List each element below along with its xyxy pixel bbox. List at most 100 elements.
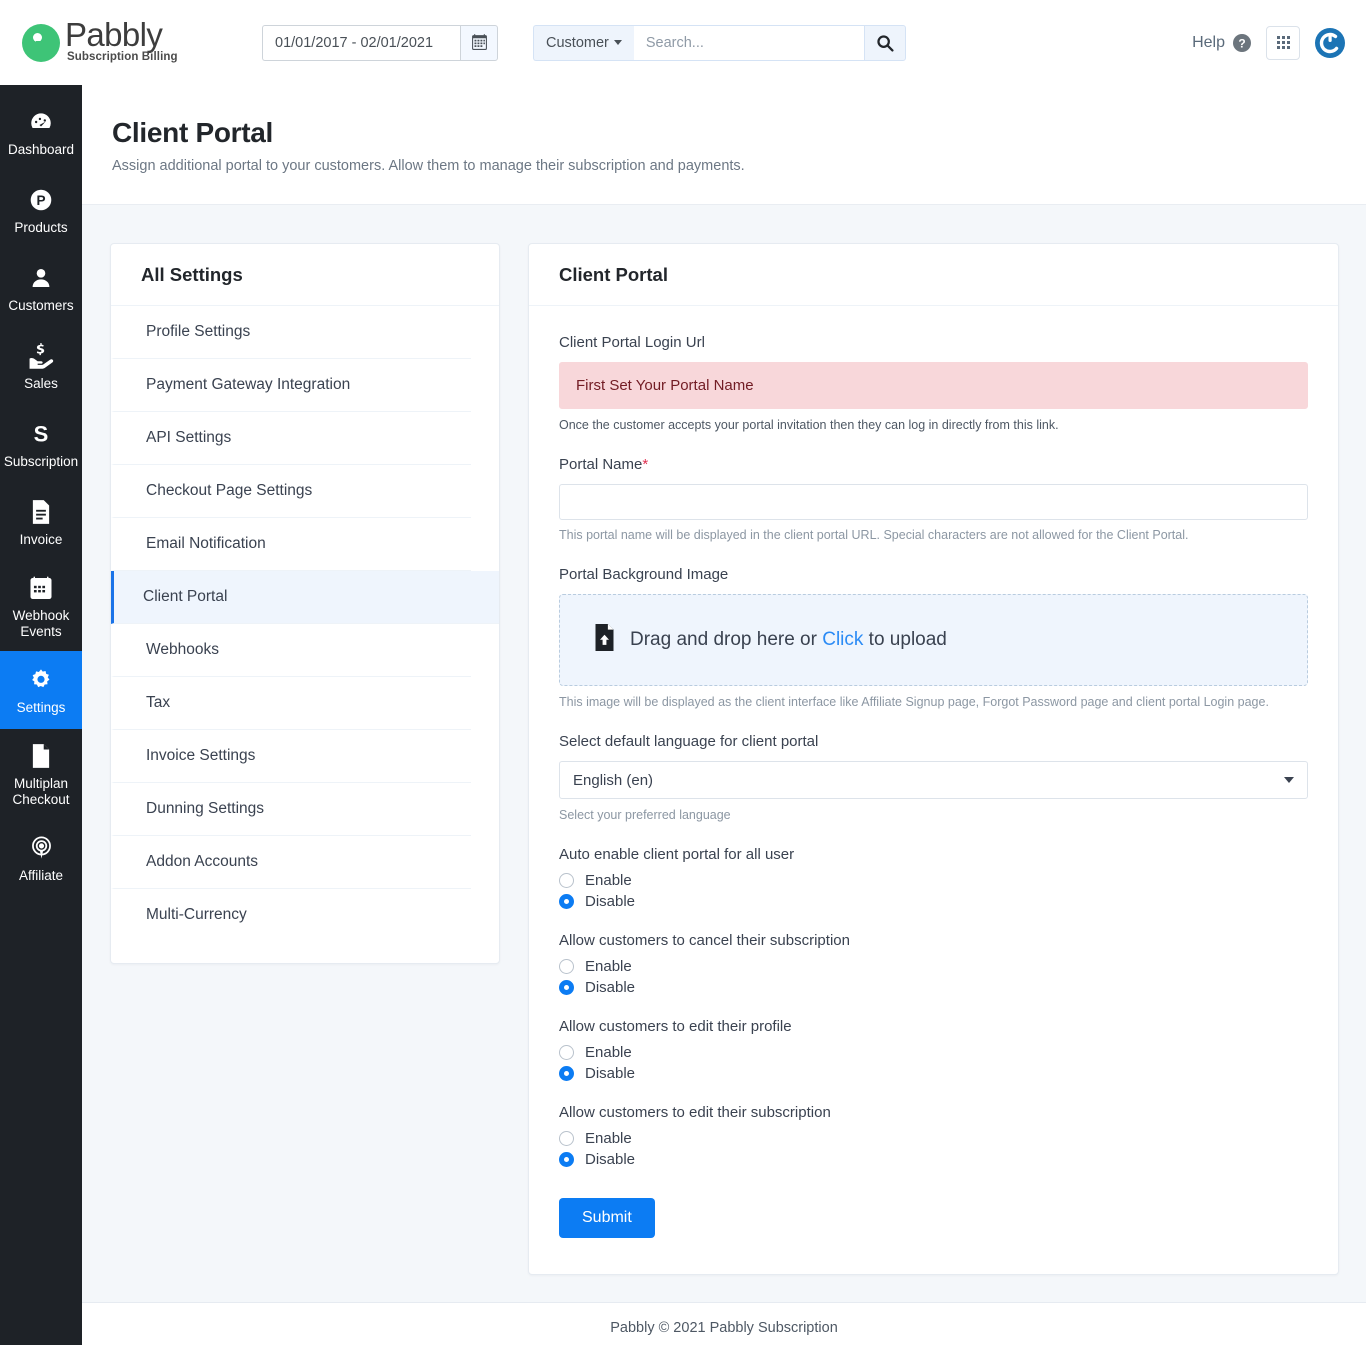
sidebar-item-label: Products: [14, 219, 68, 235]
radio-unchecked-icon[interactable]: [559, 959, 574, 974]
auto-enable-portal-disable-option[interactable]: Disable: [559, 893, 1308, 910]
background-image-label: Portal Background Image: [559, 566, 729, 583]
radio-unchecked-icon[interactable]: [559, 873, 574, 888]
sidebar-item-customers[interactable]: Customers: [0, 249, 82, 327]
settings-item-invoice-settings[interactable]: Invoice Settings: [111, 730, 471, 783]
brand-name: Pabbly: [65, 16, 163, 54]
page-header: Client Portal Assign additional portal t…: [82, 85, 1366, 205]
sidebar-item-settings[interactable]: Settings: [0, 651, 82, 730]
allow-cancel-subscription-disable-option[interactable]: Disable: [559, 979, 1308, 996]
top-bar-right: Help ?: [1192, 25, 1346, 60]
settings-item-addon-accounts[interactable]: Addon Accounts: [111, 836, 471, 889]
settings-item-client-portal[interactable]: Client Portal: [111, 571, 499, 624]
settings-item-label: Addon Accounts: [146, 853, 259, 870]
search-group: Customer: [533, 24, 906, 61]
portal-name-helper: This portal name will be displayed in th…: [559, 528, 1189, 542]
language-select[interactable]: English (en): [559, 761, 1308, 799]
language-selected-value: English (en): [573, 771, 654, 789]
settings-item-label: Dunning Settings: [146, 800, 265, 817]
sidebar-item-dashboard[interactable]: Dashboard: [0, 93, 82, 171]
search-scope-label: Customer: [546, 34, 609, 51]
page-subtitle: Assign additional portal to your custome…: [112, 158, 745, 174]
settings-item-webhooks[interactable]: Webhooks: [111, 624, 471, 677]
all-settings-header: All Settings: [111, 244, 499, 306]
avatar[interactable]: [1314, 27, 1346, 59]
settings-item-api-settings[interactable]: API Settings: [111, 412, 471, 465]
customers-user-icon: [29, 264, 53, 292]
radio-label: Disable: [585, 1065, 636, 1082]
login-url-helper: Once the customer accepts your portal in…: [559, 418, 1059, 432]
language-label: Select default language for client porta…: [559, 733, 819, 750]
radio-unchecked-icon[interactable]: [559, 1131, 574, 1146]
radio-checked-icon[interactable]: [559, 1066, 574, 1081]
help-button[interactable]: Help ?: [1192, 33, 1252, 53]
brand-text: Pabbly Subscription Billing: [65, 16, 178, 64]
submit-button[interactable]: Submit: [559, 1198, 655, 1238]
radio-unchecked-icon[interactable]: [559, 1045, 574, 1060]
allow-edit-profile-disable-option[interactable]: Disable: [559, 1065, 1308, 1082]
sidebar-item-invoice[interactable]: Invoice: [0, 483, 82, 561]
client-portal-card: Client Portal Client Portal Login Url Fi…: [528, 243, 1339, 1275]
required-asterisk: *: [642, 456, 649, 473]
login-url-label: Client Portal Login Url: [559, 334, 705, 351]
settings-item-email-notification[interactable]: Email Notification: [111, 518, 471, 571]
settings-item-profile-settings[interactable]: Profile Settings: [111, 306, 471, 359]
all-settings-title: All Settings: [141, 264, 243, 285]
sidebar-item-label: Customers: [8, 297, 74, 313]
sidebar-item-products[interactable]: P Products: [0, 171, 82, 249]
file-upload-icon: [593, 624, 616, 656]
settings-item-dunning-settings[interactable]: Dunning Settings: [111, 783, 471, 836]
allow-edit-subscription-enable-option[interactable]: Enable: [559, 1130, 1308, 1147]
date-range-input[interactable]: [262, 24, 460, 61]
radio-checked-icon[interactable]: [559, 1152, 574, 1167]
auto-enable-portal-enable-option[interactable]: Enable: [559, 872, 1308, 889]
sidebar-item-sales[interactable]: Sales: [0, 327, 82, 405]
chevron-down-icon: [613, 40, 622, 45]
settings-item-label: Client Portal: [143, 588, 228, 605]
portal-name-input[interactable]: [559, 484, 1308, 520]
sidebar-item-subscription[interactable]: S Subscription: [0, 405, 82, 483]
sidebar-item-label: Affiliate: [18, 867, 64, 883]
footer: Pabbly © 2021 Pabbly Subscription: [82, 1302, 1366, 1345]
sidebar-item-affiliate[interactable]: Affiliate: [0, 819, 82, 897]
settings-item-label: Invoice Settings: [146, 747, 256, 764]
apps-grid-button[interactable]: [1266, 25, 1300, 60]
sidebar-item-multiplan-checkout[interactable]: Multiplan Checkout: [0, 729, 82, 819]
radio-label: Enable: [585, 958, 632, 975]
settings-item-payment-gateway-integration[interactable]: Payment Gateway Integration: [111, 359, 471, 412]
brand-tagline: Subscription Billing: [67, 51, 178, 64]
settings-item-label: Multi-Currency: [146, 906, 247, 923]
sidebar-item-label: Multiplan Checkout: [12, 776, 70, 807]
footer-text: Pabbly © 2021 Pabbly Subscription: [610, 1320, 838, 1336]
affiliate-broadcast-icon: [29, 834, 54, 862]
page-title: Client Portal: [112, 117, 274, 148]
date-range-picker[interactable]: [262, 24, 498, 61]
settings-item-checkout-page-settings[interactable]: Checkout Page Settings: [111, 465, 471, 518]
allow-cancel-subscription-enable-option[interactable]: Enable: [559, 958, 1308, 975]
dropzone-click-link[interactable]: Click: [822, 629, 863, 650]
radio-label: Enable: [585, 872, 632, 889]
settings-item-tax[interactable]: Tax: [111, 677, 471, 730]
calendar-icon[interactable]: [460, 24, 498, 61]
top-bar: Pabbly Subscription Billing Customer: [0, 0, 1366, 85]
auto-enable-portal-label: Auto enable client portal for all user: [559, 846, 795, 863]
allow-edit-profile-enable-option[interactable]: Enable: [559, 1044, 1308, 1061]
calendar-events-icon: [29, 574, 53, 602]
brand-logo-area[interactable]: Pabbly Subscription Billing: [22, 16, 222, 64]
content-columns: All Settings Profile Settings Payment Ga…: [82, 205, 1366, 1275]
background-image-dropzone[interactable]: Drag and drop here or Click to upload: [559, 594, 1308, 686]
settings-item-multi-currency[interactable]: Multi-Currency: [111, 889, 471, 941]
portal-name-label: Portal Name*: [559, 456, 1308, 473]
sidebar-item-webhook-events[interactable]: Webhook Events: [0, 561, 82, 651]
allow-edit-subscription-disable-option[interactable]: Disable: [559, 1151, 1308, 1168]
search-button[interactable]: [863, 24, 906, 61]
radio-checked-icon[interactable]: [559, 980, 574, 995]
sidebar-item-label: Invoice: [19, 531, 63, 547]
radio-label: Disable: [585, 1151, 636, 1168]
search-input[interactable]: [633, 24, 864, 61]
allow-edit-subscription-label: Allow customers to edit their subscripti…: [559, 1104, 831, 1121]
dashboard-gauge-icon: [28, 108, 54, 136]
search-scope-dropdown[interactable]: Customer: [533, 24, 634, 61]
settings-item-label: Webhooks: [146, 641, 219, 658]
radio-checked-icon[interactable]: [559, 894, 574, 909]
